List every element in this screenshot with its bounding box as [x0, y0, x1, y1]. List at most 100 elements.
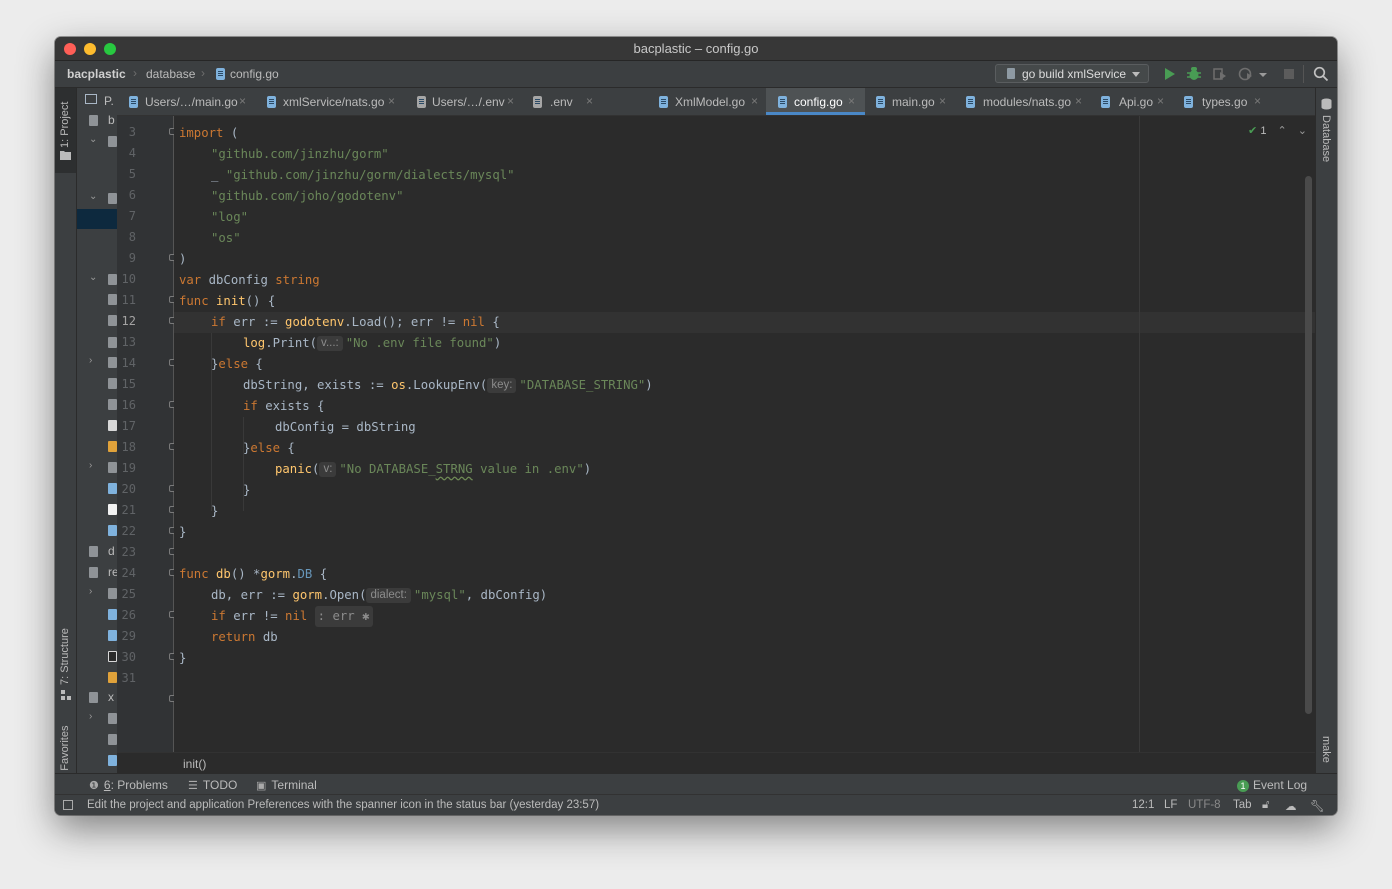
make-tool-button[interactable]: make — [1320, 736, 1332, 763]
indent-setting[interactable]: Tab — [1233, 799, 1252, 811]
close-tab-icon[interactable]: × — [1254, 94, 1261, 108]
run-configuration-dropdown[interactable]: go build xmlService — [995, 64, 1149, 83]
profile-icon[interactable] — [1237, 65, 1255, 83]
toggle-tool-windows-icon[interactable] — [63, 800, 73, 810]
tree-item[interactable] — [77, 750, 117, 771]
vertical-scrollbar[interactable] — [1305, 176, 1312, 714]
file-encoding[interactable]: UTF-8 — [1188, 799, 1221, 811]
close-tab-icon[interactable]: × — [1157, 94, 1164, 108]
tree-item[interactable] — [77, 436, 117, 457]
go-file-icon — [778, 96, 787, 108]
tool-window-bar: ❶ 6: Problems ☰ TODO ▣ Terminal 1 Event Log — [55, 773, 1337, 795]
tree-item[interactable] — [77, 310, 117, 331]
problems-tool-button[interactable]: ❶ 6: Problems — [89, 778, 168, 792]
event-log-label: Event Log — [1253, 778, 1308, 792]
go-build-icon — [1007, 68, 1015, 79]
event-log-tool-button[interactable]: 1 Event Log — [1237, 778, 1307, 792]
debug-icon[interactable] — [1185, 65, 1203, 83]
tab-xmlmodel-go[interactable]: XmlModel.go × — [601, 88, 766, 115]
tab-label: modules/nats.go — [983, 95, 1072, 109]
line-number: 24 — [121, 566, 136, 580]
tab-main-go[interactable]: main.go × — [865, 88, 953, 115]
line-separator[interactable]: LF — [1164, 799, 1177, 811]
right-tool-strip: Database make — [1315, 88, 1337, 773]
tree-item[interactable]: › — [77, 583, 117, 604]
run-with-coverage-icon[interactable] — [1211, 65, 1229, 83]
tab-xmlservice-nats-go[interactable]: xmlService/nats.go × — [257, 88, 407, 115]
tab-config-go[interactable]: config.go × — [766, 88, 865, 115]
close-tab-icon[interactable]: × — [388, 94, 395, 108]
tree-item[interactable]: b — [77, 110, 117, 131]
close-tab-icon[interactable]: × — [939, 94, 946, 108]
inspection-widget[interactable]: ✔ 1 ⌃ ⌄ — [1248, 124, 1307, 137]
tree-item[interactable] — [77, 646, 117, 667]
tab-types-go[interactable]: types.go × — [1172, 88, 1272, 115]
search-icon[interactable] — [1312, 65, 1330, 83]
tree-item-selected[interactable] — [77, 209, 117, 229]
tree-item[interactable] — [77, 604, 117, 625]
tree-item[interactable]: d — [77, 541, 117, 562]
folder-icon — [108, 462, 117, 473]
todo-tool-button[interactable]: ☰ TODO — [188, 778, 237, 792]
event-log-badge: 1 — [1237, 780, 1249, 792]
tree-item[interactable] — [77, 729, 117, 750]
run-icon[interactable] — [1160, 65, 1178, 83]
close-tab-icon[interactable]: × — [751, 94, 758, 108]
code-editor[interactable]: import ( "github.com/jinzhu/gorm" _ "git… — [174, 116, 1315, 752]
line-number: 10 — [121, 272, 136, 286]
chevron-up-icon[interactable]: ⌃ — [1278, 125, 1287, 137]
terminal-tool-button[interactable]: ▣ Terminal — [256, 778, 317, 792]
folded-code-hint[interactable]: : err ✱ — [314, 606, 373, 627]
tree-item[interactable] — [77, 415, 117, 436]
tab-modules-nats-go[interactable]: modules/nats.go × — [953, 88, 1089, 115]
close-tab-icon[interactable]: × — [586, 94, 593, 108]
tab-label: types.go — [1202, 95, 1248, 109]
terminal-icon: ▣ — [256, 780, 267, 792]
tab-label: Api.go — [1119, 95, 1154, 109]
tree-item[interactable] — [77, 478, 117, 499]
tab-users-main-go[interactable]: Users/…/main.go × — [117, 88, 257, 115]
tree-item[interactable] — [77, 332, 117, 353]
spanner-icon[interactable]: 🔧︎ — [1310, 799, 1325, 813]
tree-item[interactable] — [77, 625, 117, 646]
close-tab-icon[interactable]: × — [848, 94, 855, 108]
chevron-right-icon: › — [89, 355, 93, 366]
tree-item[interactable] — [77, 667, 117, 688]
breadcrumb-file[interactable]: config.go — [230, 67, 279, 81]
tab-api-go[interactable]: Api.go × — [1089, 88, 1172, 115]
function-breadcrumb[interactable]: init() — [183, 757, 206, 771]
tree-item[interactable]: ⌄ — [77, 269, 117, 290]
structure-tool-button[interactable]: 7: Structure — [59, 628, 71, 685]
tab-users-env[interactable]: Users/…/.env × — [407, 88, 525, 115]
tree-item[interactable] — [77, 394, 117, 415]
stop-icon[interactable] — [1280, 65, 1298, 83]
close-tab-icon[interactable]: × — [239, 94, 246, 108]
project-panel-header[interactable]: P. — [77, 90, 117, 111]
tree-item[interactable]: › — [77, 457, 117, 478]
tree-item[interactable]: › — [77, 708, 117, 729]
chevron-down-icon[interactable] — [1257, 65, 1269, 83]
tree-item[interactable]: ⌄ — [77, 188, 117, 209]
breadcrumb-folder[interactable]: database — [146, 67, 195, 81]
caret-position[interactable]: 12:1 — [1132, 799, 1154, 811]
tree-item[interactable]: ⌄ — [77, 131, 117, 152]
tab-env[interactable]: .env × — [525, 88, 601, 115]
project-tool-button[interactable]: 1: Project — [59, 102, 71, 148]
line-number: 7 — [128, 209, 136, 223]
inspector-icon[interactable]: ☁︎ — [1285, 799, 1297, 813]
tree-item[interactable]: › — [77, 352, 117, 373]
tree-item[interactable] — [77, 520, 117, 541]
breadcrumb-project[interactable]: bacplastic — [67, 67, 126, 81]
tree-item[interactable] — [77, 373, 117, 394]
close-tab-icon[interactable]: × — [1075, 94, 1082, 108]
tree-item[interactable]: x — [77, 687, 117, 708]
tree-item[interactable] — [77, 289, 117, 310]
tree-item[interactable]: re — [77, 562, 117, 583]
close-tab-icon[interactable]: × — [507, 94, 514, 108]
tree-item[interactable] — [77, 499, 117, 520]
database-tool-button[interactable]: Database — [1320, 115, 1332, 162]
go-file-icon — [1184, 96, 1193, 108]
tree-item-label: x — [108, 690, 114, 704]
lock-icon[interactable]: 🔓︎ — [1262, 799, 1269, 812]
chevron-down-icon[interactable]: ⌄ — [1298, 125, 1307, 137]
